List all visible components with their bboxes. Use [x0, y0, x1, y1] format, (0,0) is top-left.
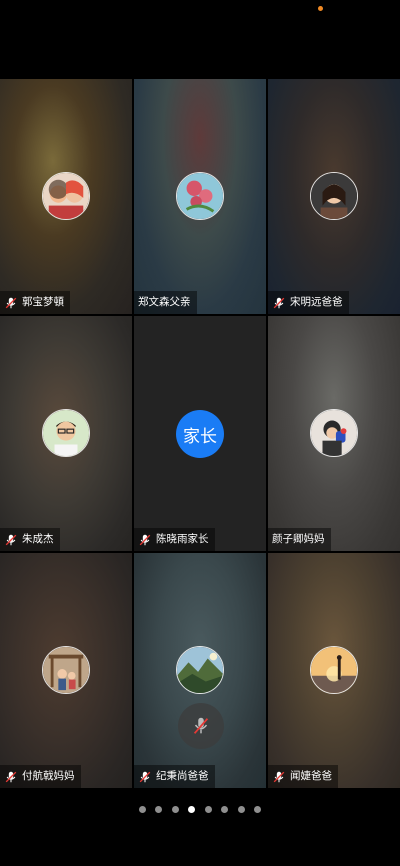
page-dot[interactable]: [155, 806, 163, 813]
page-indicator: [0, 806, 400, 816]
mic-off-icon: [273, 297, 285, 308]
mic-off-icon: [139, 534, 151, 545]
page-dot[interactable]: [254, 806, 262, 813]
page-dot[interactable]: [221, 806, 229, 813]
page-dot[interactable]: [237, 806, 245, 813]
participant-avatar: [310, 409, 358, 457]
participant-name-chip: 付航戟妈妈: [0, 765, 81, 788]
participant-name: 颜子卿妈妈: [272, 533, 325, 545]
page-dot[interactable]: [204, 806, 212, 813]
participant-avatar: [176, 172, 224, 220]
participant-avatar: [42, 172, 90, 220]
participant-name: 闻婕爸爸: [290, 770, 332, 782]
status-indicator-dot: [318, 6, 323, 11]
mic-off-icon: [5, 297, 17, 308]
participant-avatar: [176, 646, 224, 694]
mic-off-icon: [5, 534, 17, 545]
participant-name-chip: 颜子卿妈妈: [268, 528, 331, 551]
mic-off-icon: [193, 717, 209, 734]
page-dot-active[interactable]: [188, 806, 196, 813]
participant-avatar: [42, 646, 90, 694]
participant-tile[interactable]: 纪秉尚爸爸: [134, 553, 266, 788]
participant-tile[interactable]: 颜子卿妈妈: [268, 316, 400, 551]
mic-off-icon: [5, 771, 17, 782]
participant-avatar: [42, 409, 90, 457]
participant-name-chip: 朱成杰: [0, 528, 60, 551]
participant-name: 陈晓雨家长: [156, 533, 209, 545]
video-grid: 郭宝梦頓 郑文森父亲 宋明远爸爸 朱成杰 家长 陈晓雨家长 颜子卿妈妈 付航戟妈…: [0, 79, 400, 788]
participant-tile[interactable]: 付航戟妈妈: [0, 553, 132, 788]
participant-avatar: [310, 646, 358, 694]
participant-name: 纪秉尚爸爸: [156, 770, 209, 782]
participant-name: 付航戟妈妈: [22, 770, 75, 782]
participant-name-chip: 闻婕爸爸: [268, 765, 338, 788]
participant-name-chip: 宋明远爸爸: [268, 291, 349, 314]
participant-name-chip: 郑文森父亲: [134, 291, 197, 314]
participant-name-chip: 郭宝梦頓: [0, 291, 70, 314]
mic-off-icon: [273, 771, 285, 782]
page-dot[interactable]: [138, 806, 146, 813]
participant-tile[interactable]: 郑文森父亲: [134, 79, 266, 314]
page-dot[interactable]: [171, 806, 179, 813]
participant-tile[interactable]: 朱成杰: [0, 316, 132, 551]
participant-tile[interactable]: 闻婕爸爸: [268, 553, 400, 788]
participant-text-avatar: 家长: [176, 410, 224, 458]
participant-name: 郑文森父亲: [138, 296, 191, 308]
participant-tile[interactable]: 宋明远爸爸: [268, 79, 400, 314]
participant-name: 宋明远爸爸: [290, 296, 343, 308]
participant-name: 郭宝梦頓: [22, 296, 64, 308]
mic-off-overlay-button[interactable]: [178, 703, 224, 749]
participant-name-chip: 纪秉尚爸爸: [134, 765, 215, 788]
participant-tile[interactable]: 家长 陈晓雨家长: [134, 316, 266, 551]
participant-tile[interactable]: 郭宝梦頓: [0, 79, 132, 314]
participant-name: 朱成杰: [22, 533, 54, 545]
participant-avatar: [310, 172, 358, 220]
mic-off-icon: [139, 771, 151, 782]
participant-name-chip: 陈晓雨家长: [134, 528, 215, 551]
